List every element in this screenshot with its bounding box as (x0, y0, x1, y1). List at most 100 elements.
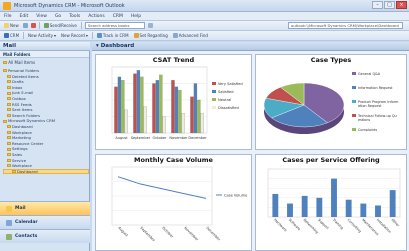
nav-button-calendar[interactable]: Calendar (0, 215, 90, 229)
bar (200, 113, 204, 134)
dashboard-header: ▾ Dashboard (92, 42, 409, 51)
monthly-case-volume-panel: Monthly Case Volume August September Octob… (95, 154, 252, 251)
folder-icon (7, 130, 11, 134)
bar (178, 89, 182, 134)
mail-folders-header[interactable]: Mail Folders (0, 51, 89, 58)
new-mail-icon (4, 23, 9, 28)
x-tick-label: September (139, 226, 156, 243)
menu-tools[interactable]: Tools (69, 14, 80, 19)
bar (197, 99, 201, 134)
all-mail-items[interactable]: All Mail Items (0, 58, 89, 67)
folder-icon (7, 142, 11, 146)
toolbar-separator (91, 32, 93, 39)
send-receive-icon (43, 23, 49, 28)
folder-icon (7, 74, 11, 78)
legend-label: Information Request (358, 86, 393, 90)
legend-label: Neutral (218, 98, 231, 102)
menu-crm[interactable]: CRM (113, 14, 123, 19)
x-tick-label: November (183, 226, 199, 242)
menu-help[interactable]: Help (131, 14, 141, 19)
folder-icon (7, 114, 11, 118)
legend-swatch (352, 100, 356, 103)
menu-file[interactable]: File (4, 14, 12, 19)
x-tick-label: Support (317, 218, 330, 231)
new-record-button[interactable]: New Record ▾ (60, 33, 89, 38)
folder-icon (3, 119, 7, 123)
advanced-find-button[interactable]: Advanced Find (172, 33, 209, 38)
mail-icon (6, 205, 12, 212)
x-tick-label: Hardware (273, 218, 287, 232)
bar (117, 76, 122, 134)
legend-swatch (212, 106, 216, 109)
calendar-icon (6, 219, 12, 226)
folder-icon (3, 69, 7, 73)
x-tick-label: December (188, 136, 207, 140)
bar (162, 116, 166, 134)
legend-swatch (212, 98, 216, 101)
menu-view[interactable]: View (36, 14, 47, 19)
legend-label: Satisfied (218, 90, 234, 94)
folder-icon (7, 91, 11, 95)
toolbar-separator (80, 22, 82, 29)
crm-button[interactable]: CRM (3, 33, 20, 38)
x-tick-label: August (117, 226, 129, 238)
bar (171, 80, 175, 134)
bar (301, 195, 308, 217)
bar (136, 70, 141, 134)
case-types-panel: Case Types General Q&A Information Reques… (255, 54, 407, 150)
folder-icon (7, 102, 11, 106)
menu-go[interactable]: Go (55, 14, 61, 19)
x-tick-label: December (205, 226, 221, 242)
legend-label: General Q&A (358, 72, 381, 76)
legend-swatch (212, 82, 216, 85)
maximize-button[interactable]: □ (384, 1, 395, 9)
menu-actions[interactable]: Actions (88, 14, 104, 19)
new-button[interactable]: New (3, 23, 20, 28)
case-types-chart: General Q&AInformation RequestProduct Pr… (263, 72, 399, 134)
x-tick-label: November (169, 136, 188, 140)
close-button[interactable]: × (396, 1, 407, 9)
bar (124, 109, 128, 134)
folder-icon (7, 86, 11, 90)
navigation-pane: Mail Mail Folders All Mail Items Persona… (0, 42, 90, 251)
address-book-search-input[interactable]: Search address books (84, 22, 145, 29)
bar (287, 203, 293, 217)
bar (114, 86, 118, 134)
bar (159, 74, 163, 134)
menu-edit[interactable]: Edit (20, 14, 29, 19)
new-activity-button[interactable]: New Activity ▾ (27, 33, 57, 38)
legend-label: Case Volume (224, 193, 248, 197)
chevron-down-icon: ▾ (85, 33, 88, 38)
nav-button-mail[interactable]: Mail (0, 201, 90, 215)
bar (174, 86, 179, 134)
folder-tree: Personal Folders Deleted Items Drafts Inbox… (0, 67, 89, 175)
folder-icon (7, 153, 11, 157)
help-icon[interactable] (147, 23, 153, 28)
chart-title: CSAT Trend (152, 56, 195, 64)
print-icon[interactable] (22, 23, 28, 28)
folder-icon (12, 169, 16, 173)
outlook-app-icon (3, 2, 11, 10)
folder-icon (7, 80, 11, 84)
set-regarding-button[interactable]: Set Regarding (133, 33, 169, 38)
folder-item[interactable]: Dashboard (3, 168, 89, 175)
folder-icon (7, 158, 11, 162)
nav-buttons: Mail Calendar Contacts (0, 201, 90, 243)
send-receive-button[interactable]: Send/Receive (43, 23, 78, 28)
legend-swatch (352, 72, 356, 75)
minimize-button[interactable]: – (372, 1, 383, 9)
delete-icon[interactable] (30, 23, 36, 28)
bar (316, 197, 323, 217)
chevron-down-icon[interactable]: ▾ (96, 43, 99, 49)
x-tick-label: Other (390, 218, 400, 228)
bar (345, 199, 352, 217)
nav-button-contacts[interactable]: Contacts (0, 229, 90, 243)
bar (389, 190, 396, 217)
bar (121, 80, 125, 134)
cases-per-service-chart: Hardware Software NetworkingSupport Trainin… (267, 168, 401, 236)
legend-label: Very Satisfied (218, 82, 243, 86)
legend-label: Complaints (358, 128, 377, 132)
track-in-crm-button[interactable]: Track in CRM (96, 33, 130, 38)
chart-title: Monthly Case Volume (134, 156, 213, 164)
folder-path-field[interactable]: outlook:\\Microsoft Dynamics CRM\Workpla… (288, 22, 403, 29)
